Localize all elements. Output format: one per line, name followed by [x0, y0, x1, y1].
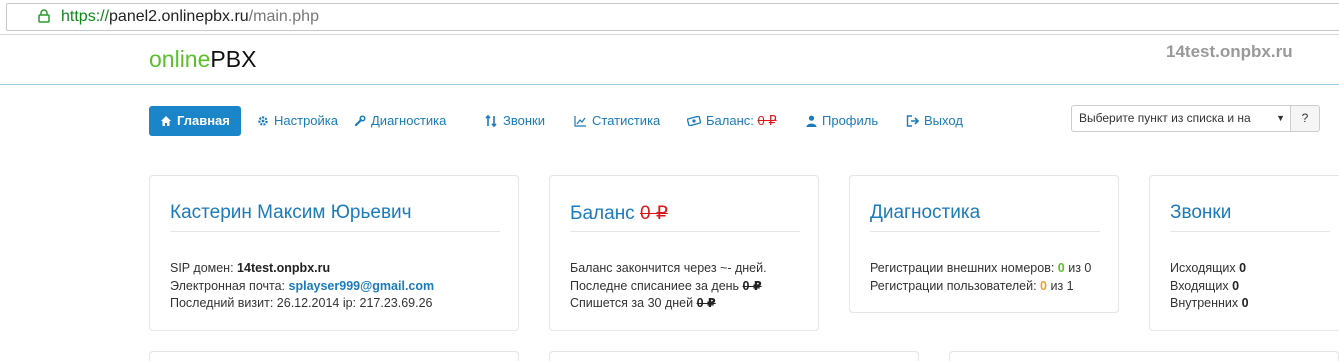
up-down-arrows-icon	[485, 114, 497, 127]
internal-value: 0	[1241, 296, 1249, 310]
nav-settings[interactable]: Настройка	[257, 106, 338, 136]
help-button[interactable]: ?	[1290, 105, 1320, 132]
chevron-down-icon: ▼	[1276, 113, 1285, 123]
email-label: Электронная почта:	[170, 278, 286, 293]
divider	[170, 231, 500, 232]
browser-address-bar: https://panel2.onlinepbx.ru/main.php	[0, 0, 1339, 35]
sip-domain-value: 14test.onpbx.ru	[237, 261, 331, 275]
nav-statistics[interactable]: Статистика	[574, 106, 660, 136]
external-registrations-value: 0	[1057, 261, 1065, 275]
nav-calls-label: Звонки	[503, 113, 545, 128]
nav-home[interactable]: Главная	[149, 106, 241, 136]
user-icon	[806, 115, 817, 127]
calls-details: Исходящих 0 Входящих 0 Внутренних 0	[1170, 260, 1249, 313]
nav-diagnostics[interactable]: Диагностика	[354, 106, 446, 136]
nav-balance[interactable]: Баланс: 0 ₽	[686, 106, 777, 136]
incoming-label: Входящих	[1170, 278, 1229, 293]
app-header: onlinePBX 14test.onpbx.ru	[0, 36, 1339, 85]
daily-charge-value: 0 ₽	[742, 278, 762, 293]
email-link[interactable]: splayser999@gmail.com	[289, 279, 435, 293]
nav-balance-value: 0 ₽	[757, 113, 777, 128]
external-registrations-total: из 0	[1068, 261, 1092, 275]
nav-home-label: Главная	[177, 113, 230, 128]
card-edge	[149, 351, 519, 361]
daily-charge-label: Последне списаниее за день	[570, 278, 740, 293]
calls-title[interactable]: Звонки	[1170, 202, 1231, 224]
daily-charge-row: Последне списаниее за день 0 ₽	[570, 278, 767, 296]
external-registrations-label: Регистрации внешних номеров:	[870, 261, 1055, 275]
internal-row: Внутренних 0	[1170, 295, 1249, 313]
diagnostics-details: Регистрации внешних номеров: 0 из 0 Реги…	[870, 260, 1091, 295]
nav-profile[interactable]: Профиль	[806, 106, 878, 136]
wrench-icon	[354, 115, 366, 126]
logo-online: online	[149, 46, 211, 72]
email-row: Электронная почта: splayser999@gmail.com	[170, 278, 434, 296]
divider	[870, 231, 1100, 232]
logo[interactable]: onlinePBX	[149, 46, 256, 73]
card-edge	[949, 351, 1339, 361]
profile-name: Кастерин Максим Юрьевич	[170, 202, 412, 223]
money-icon	[686, 115, 702, 126]
url-scheme: https://	[61, 8, 110, 25]
url-field[interactable]: https://panel2.onlinepbx.ru/main.php	[6, 3, 1339, 31]
diagnostics-title[interactable]: Диагностика	[870, 202, 980, 224]
outgoing-value: 0	[1239, 261, 1247, 275]
nav-balance-label: Баланс:	[706, 113, 754, 128]
card-edge	[549, 351, 919, 361]
nav-profile-label: Профиль	[822, 113, 879, 128]
sip-domain-row: SIP домен: 14test.onpbx.ru	[170, 260, 434, 278]
monthly-charge-value: 0 ₽	[696, 296, 716, 310]
user-registrations-row: Регистрации пользователей: 0 из 1	[870, 278, 1091, 296]
url-host: panel2.onlinepbx.ru	[109, 8, 249, 25]
quick-nav-select[interactable]: Выберите пункт из списка и на ▼	[1071, 105, 1291, 132]
outgoing-label: Исходящих	[1170, 261, 1236, 275]
home-icon	[161, 115, 171, 126]
logo-pbx: PBX	[210, 46, 257, 72]
sign-out-icon	[906, 114, 920, 127]
diagnostics-card: Диагностика Регистрации внешних номеров:…	[849, 175, 1119, 313]
profile-details: SIP домен: 14test.onpbx.ru Электронная п…	[170, 260, 434, 313]
incoming-value: 0	[1232, 278, 1240, 293]
gear-icon	[258, 115, 268, 126]
external-registrations-row: Регистрации внешних номеров: 0 из 0	[870, 260, 1091, 278]
sip-domain-label: SIP домен:	[170, 261, 234, 275]
monthly-charge-label: Спишется за 30 дней	[570, 296, 694, 310]
nav-calls[interactable]: Звонки	[484, 106, 545, 136]
internal-label: Внутренних	[1170, 296, 1239, 310]
url-path: /main.php	[248, 8, 319, 25]
account-domain: 14test.onpbx.ru	[1166, 42, 1293, 61]
url-text: https://panel2.onlinepbx.ru/main.php	[61, 8, 319, 26]
nav-statistics-label: Статистика	[592, 113, 661, 128]
user-registrations-label: Регистрации пользователей:	[870, 278, 1037, 293]
nav-settings-label: Настройка	[274, 113, 338, 128]
nav-diagnostics-label: Диагностика	[371, 113, 447, 128]
balance-forecast: Баланс закончится через ~- дней.	[570, 261, 767, 275]
line-chart-icon	[574, 115, 586, 127]
user-registrations-total: из 1	[1050, 278, 1074, 293]
incoming-row: Входящих 0	[1170, 278, 1249, 296]
balance-title-label: Баланс	[570, 203, 635, 224]
user-registrations-value: 0	[1040, 278, 1047, 293]
nav-logout[interactable]: Выход	[906, 106, 963, 136]
balance-title[interactable]: Баланс 0 ₽	[570, 202, 668, 225]
calls-card: Звонки Исходящих 0 Входящих 0 Внутренних…	[1149, 175, 1339, 331]
balance-details: Баланс закончится через ~- дней. Последн…	[570, 260, 767, 313]
outgoing-row: Исходящих 0	[1170, 260, 1249, 278]
nav-logout-label: Выход	[924, 113, 963, 128]
divider	[1170, 231, 1330, 232]
quick-nav-select-value: Выберите пункт из списка и на	[1079, 111, 1251, 125]
divider	[570, 231, 800, 232]
balance-card: Баланс 0 ₽ Баланс закончится через ~- дн…	[549, 175, 819, 331]
last-visit-row: Последний визит: 26.12.2014 ip: 217.23.6…	[170, 296, 433, 310]
balance-title-value: 0 ₽	[639, 203, 668, 224]
profile-card: Кастерин Максим Юрьевич SIP домен: 14tes…	[149, 175, 519, 331]
lock-icon	[38, 9, 50, 23]
monthly-charge-row: Спишется за 30 дней 0 ₽	[570, 295, 767, 313]
